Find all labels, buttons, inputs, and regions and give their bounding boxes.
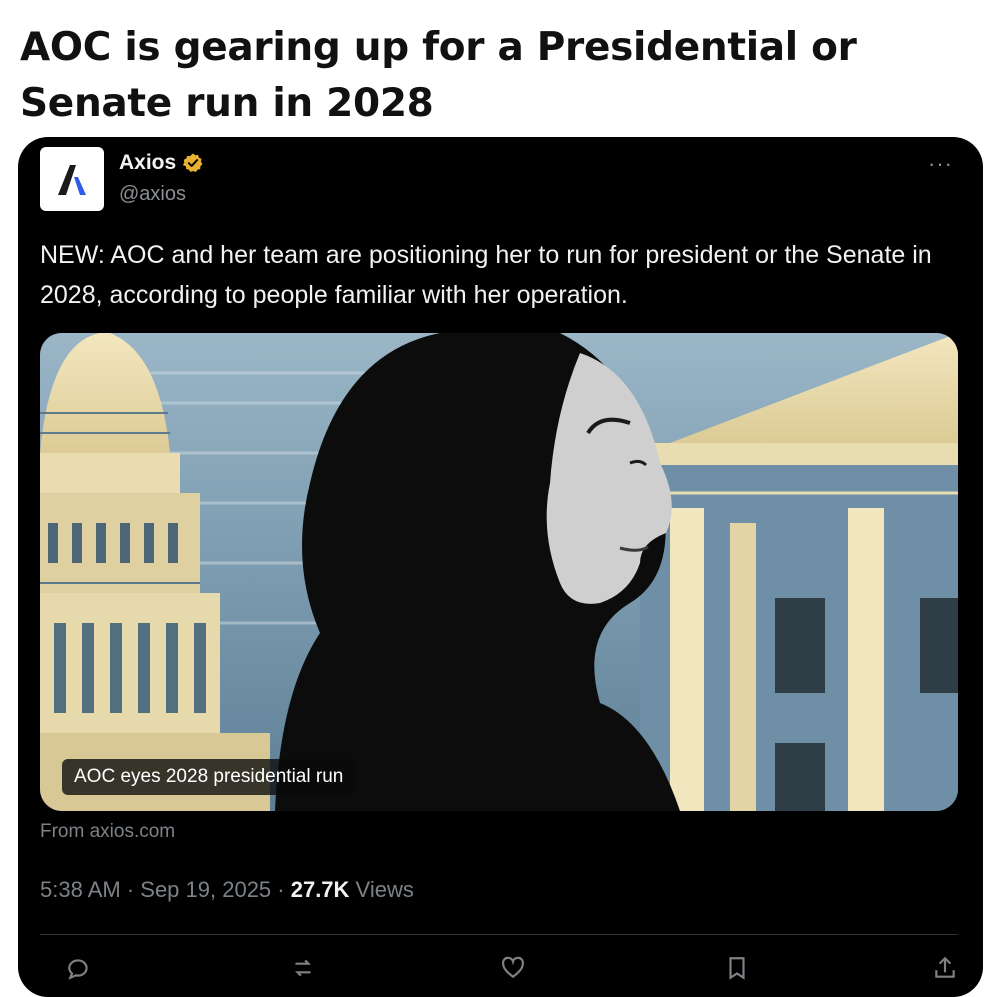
post-card[interactable]: Axios @axios ··· NEW: AOC and her team a… <box>18 137 983 997</box>
bookmark-icon[interactable] <box>724 955 750 981</box>
post-text: NEW: AOC and her team are positioning he… <box>40 241 932 309</box>
link-card-title[interactable]: AOC eyes 2028 presidential run <box>62 759 356 795</box>
views-count: 27.7K <box>290 877 350 902</box>
divider <box>40 934 958 935</box>
more-options-icon[interactable]: ··· <box>928 151 953 177</box>
verified-badge-icon <box>183 153 203 172</box>
capitol-whitehouse-illustration <box>40 333 958 811</box>
reply-icon[interactable] <box>66 955 92 981</box>
avatar[interactable] <box>40 147 104 211</box>
author-name[interactable]: Axios <box>119 151 204 175</box>
axios-logo-icon <box>58 165 86 195</box>
like-icon[interactable] <box>500 955 526 981</box>
author-handle[interactable]: @axios <box>119 183 186 206</box>
link-source[interactable]: From axios.com <box>40 821 175 843</box>
headline: AOC is gearing up for a Presidential or … <box>20 25 857 126</box>
link-card-image[interactable]: AOC eyes 2028 presidential run <box>40 333 958 811</box>
views-label: Views <box>349 877 414 902</box>
action-bar <box>40 955 958 985</box>
share-icon[interactable] <box>932 955 958 981</box>
author-name-label: Axios <box>119 151 177 174</box>
repost-icon[interactable] <box>290 955 316 981</box>
post-timestamp[interactable]: 5:38 AM · Sep 19, 2025 · <box>40 877 291 902</box>
post-metadata: 5:38 AM · Sep 19, 2025 · 27.7K Views <box>40 877 414 903</box>
